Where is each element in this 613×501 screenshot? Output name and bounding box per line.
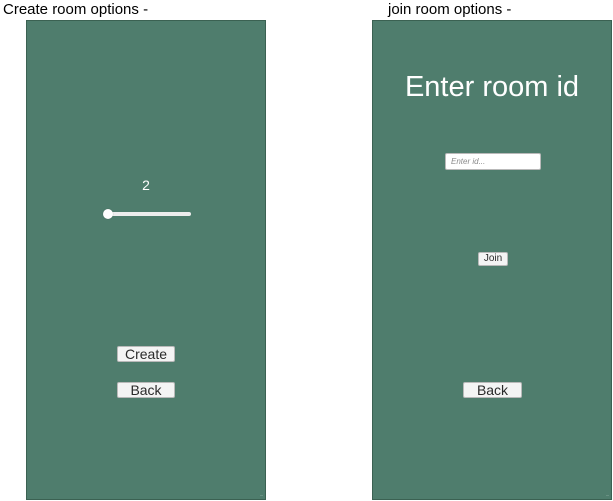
create-button[interactable]: Create: [117, 346, 175, 362]
join-room-screen: Enter room id Join Back ⋯: [372, 20, 612, 500]
enter-room-id-title: Enter room id: [404, 71, 580, 103]
create-room-caption: Create room options -: [3, 1, 149, 18]
back-button[interactable]: Back: [117, 382, 175, 398]
player-count-slider[interactable]: [103, 209, 191, 219]
slider-handle[interactable]: [103, 209, 113, 219]
slider-track[interactable]: [104, 212, 191, 216]
watermark: ⋯: [260, 493, 263, 497]
player-count-value: 2: [142, 177, 150, 193]
join-button[interactable]: Join: [478, 252, 508, 266]
room-id-input[interactable]: [445, 153, 541, 170]
watermark: ⋯: [606, 493, 609, 497]
join-room-caption: join room options -: [388, 1, 512, 18]
create-room-screen: 2 Create Back ⋯: [26, 20, 266, 500]
back-button[interactable]: Back: [463, 382, 522, 398]
